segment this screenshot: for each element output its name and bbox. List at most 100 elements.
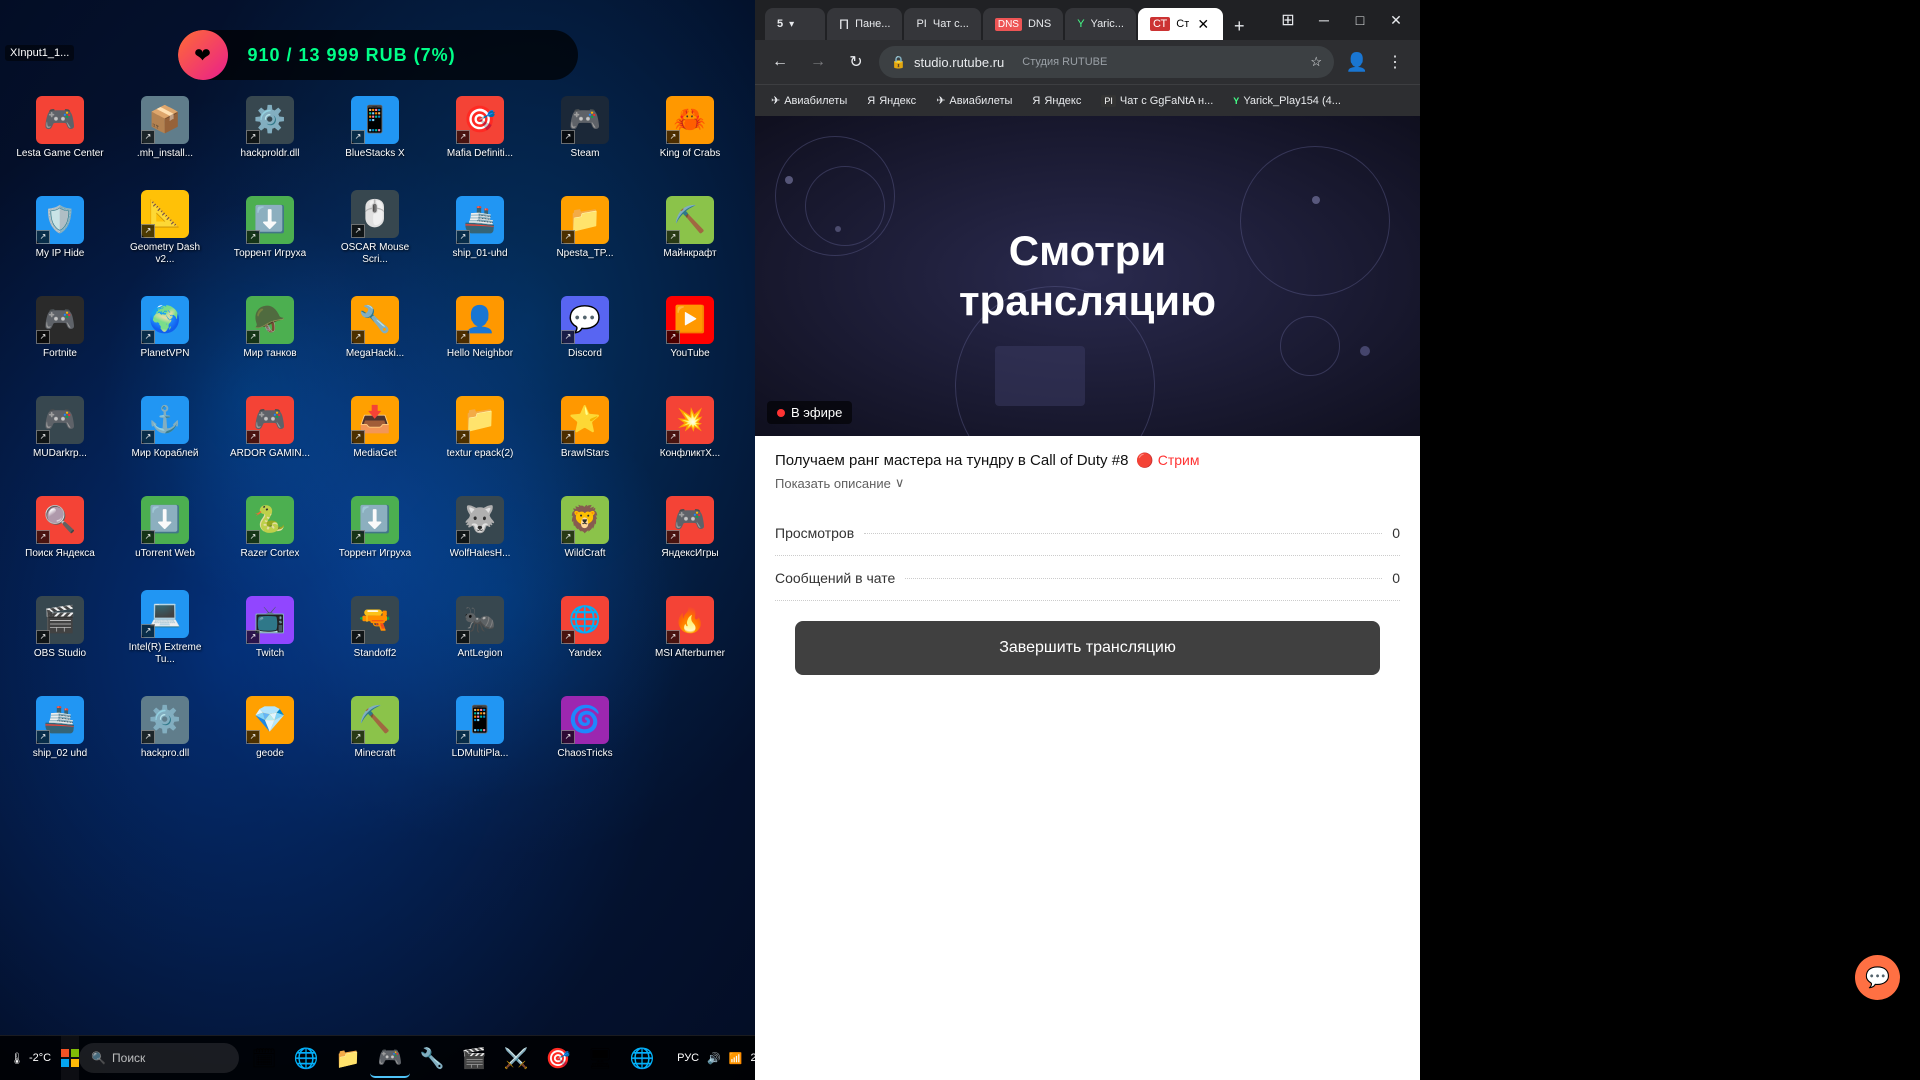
address-bar[interactable]: 🔒 studio.rutube.ru Студия RUTUBE ☆ [879, 46, 1334, 78]
desktop-icon-razer[interactable]: 🐍↗Razer Cortex [220, 480, 320, 575]
desktop-icon-yandex_igry[interactable]: 🎮↗ЯндексИгры [640, 480, 740, 575]
taskbar-app-folder[interactable]: 📁 [328, 1038, 368, 1078]
taskbar-app-sword[interactable]: ⚔️ [496, 1038, 536, 1078]
desktop-icon-intel_extreme[interactable]: 💻↗Intel(R) Extreme Tu... [115, 580, 215, 675]
maximize-button[interactable]: □ [1346, 6, 1374, 34]
icon-label-antlegion: AntLegion [457, 648, 502, 660]
desktop-icon-textur_pack[interactable]: 📁↗textur epack(2) [430, 380, 530, 475]
icon-img-minecraft: ⛏️↗ [351, 696, 399, 744]
chat-messages-label: Сообщений в чате [775, 570, 895, 586]
desktop-icon-mafia[interactable]: 🎯↗Mafia Definiti... [430, 80, 530, 175]
start-button[interactable] [61, 1036, 79, 1080]
desktop-icon-npesta[interactable]: 📁↗Npesta_TP... [535, 180, 635, 275]
bookmark-yarick[interactable]: Y Yarick_Play154 (4... [1225, 91, 1349, 111]
taskbar-app-tool[interactable]: 🔧 [412, 1038, 452, 1078]
taskbar-app-game[interactable]: 🎮 [370, 1038, 410, 1078]
extensions-button[interactable]: ⊞ [1274, 6, 1302, 34]
icon-label-torrent2: Торрент Игрyxa [339, 548, 411, 560]
taskbar-search[interactable]: 🔍 Поиск [79, 1043, 239, 1073]
desktop-icon-oscar_mouse[interactable]: 🖱️↗OSCAR Mouse Scri... [325, 180, 425, 275]
forward-button[interactable]: → [803, 47, 833, 77]
desktop-icon-mir_korabley[interactable]: ⚓↗Мир Кораблей [115, 380, 215, 475]
desktop-icon-ship_02_uhd[interactable]: 🚢↗ship_02 uhd [10, 680, 110, 775]
bookmark-aviabilety-1[interactable]: ✈ Авиабилеты [763, 90, 855, 111]
desktop-icon-antlegion[interactable]: 🐜↗AntLegion [430, 580, 530, 675]
desktop-icon-ardor[interactable]: 🎮↗ARDOR GAMIN... [220, 380, 320, 475]
tab-favicon-chat: PI [916, 18, 926, 30]
desktop-icon-hackpro_dll[interactable]: ⚙️↗hackpro.dll [115, 680, 215, 775]
desktop-icon-megahack[interactable]: 🔧↗MegaHacki... [325, 280, 425, 375]
desktop-icon-mir_tankov[interactable]: 🪖↗Мир танков [220, 280, 320, 375]
profile-button[interactable]: 👤 [1342, 47, 1372, 77]
desktop-icon-minecraft[interactable]: ⛏️↗Minecraft [325, 680, 425, 775]
close-button[interactable]: ✕ [1382, 6, 1410, 34]
desktop-icon-lesta[interactable]: 🎮Lesta Game Center [10, 80, 110, 175]
new-tab-button[interactable]: + [1225, 12, 1253, 40]
desktop-icon-twitch[interactable]: 📺↗Twitch [220, 580, 320, 675]
desktop-icon-geode[interactable]: 💎↗geode [220, 680, 320, 775]
desktop-icon-konflikt[interactable]: 💥↗КонфликтX... [640, 380, 740, 475]
taskbar-app-crosshair[interactable]: 🎯 [538, 1038, 578, 1078]
taskbar-app-screen[interactable]: 🖥 [580, 1038, 620, 1078]
taskbar-app-obs[interactable]: 🎬 [454, 1038, 494, 1078]
desktop-icon-obs[interactable]: 🎬↗OBS Studio [10, 580, 110, 675]
bookmark-aviabilety-2[interactable]: ✈ Авиабилеты [928, 90, 1020, 111]
desktop-icon-chaostricks[interactable]: 🌀↗ChaosTricks [535, 680, 635, 775]
desktop-icon-torrent2[interactable]: ⬇️↗ Торрент Игрyxa [325, 480, 425, 575]
more-button[interactable]: ⋮ [1380, 47, 1410, 77]
icon-img-torrent2: ⬇️↗ [351, 496, 399, 544]
browser-tab-1[interactable]: 5 ▾ [765, 8, 825, 40]
shortcut-arrow-hello_neighbor: ↗ [456, 330, 470, 344]
browser-tab-pane[interactable]: П Пане... [827, 8, 902, 40]
desktop-icon-youtube[interactable]: ▶️↗YouTube [640, 280, 740, 375]
icon-label-discord: Discord [568, 348, 602, 360]
desktop-icon-epic[interactable]: 🎮↗Fortnite [10, 280, 110, 375]
taskbar-app-net[interactable]: 🌐 [622, 1038, 662, 1078]
chat-float-button[interactable]: 💬 [1855, 955, 1900, 1000]
minimize-button[interactable]: ─ [1310, 6, 1338, 34]
desktop-icon-discord[interactable]: 💬↗Discord [535, 280, 635, 375]
desktop-icon-wolfhaleesh[interactable]: 🐺↗WolfHalesH... [430, 480, 530, 575]
browser-tab-rutube[interactable]: СТ Ст ✕ [1138, 8, 1223, 40]
browser-tab-dns[interactable]: DNS DNS [983, 8, 1063, 40]
desktop-icon-planetvpn[interactable]: 🌍↗PlanetVPN [115, 280, 215, 375]
desktop-icon-msi[interactable]: 🔥↗MSI Afterburner [640, 580, 740, 675]
reload-button[interactable]: ↻ [841, 47, 871, 77]
desktop-icon-wildcraft[interactable]: 🦁↗WildCraft [535, 480, 635, 575]
icon-label-geometry_dash: Geometry Dash v2... [120, 242, 210, 266]
desktop-icon-poisk[interactable]: 🔍↗Поиск Яндекса [10, 480, 110, 575]
desktop-icon-bluestacks[interactable]: 📱↗BlueStacks X [325, 80, 425, 175]
desktop-icon-brawlstars[interactable]: ⭐↗BrawlStars [535, 380, 635, 475]
desktop-icon-steam[interactable]: 🎮↗Steam [535, 80, 635, 175]
desktop-icon-king_of_crabs[interactable]: 🦀↗King of Crabs [640, 80, 740, 175]
taskbar-app-browser[interactable]: 🌐 [286, 1038, 326, 1078]
desktop-icon-standoff2[interactable]: 🔫↗Standoff2 [325, 580, 425, 675]
desktop-icon-ldmulti[interactable]: 📱↗LDMultiPla... [430, 680, 530, 775]
end-stream-button[interactable]: Завершить трансляцию [795, 621, 1380, 675]
tab-close-rutube[interactable]: ✕ [1195, 16, 1211, 32]
desktop-icon-mudarkrp[interactable]: 🎮↗MUDarkrp... [10, 380, 110, 475]
browser-tab-yarick[interactable]: Y Yaric... [1065, 8, 1136, 40]
bookmark-star[interactable]: ☆ [1310, 54, 1322, 70]
bookmark-yandex-1[interactable]: Я Яндекс [859, 91, 924, 111]
desktop-icon-geometry_dash[interactable]: 📐↗Geometry Dash v2... [115, 180, 215, 275]
desktop-icon-yandex[interactable]: 🌐↗Yandex [535, 580, 635, 675]
desktop-icon-minecraft_icon[interactable]: ⛏️↗Майнкрафт [640, 180, 740, 275]
bookmark-yandex-2[interactable]: Я Яндекс [1024, 91, 1089, 111]
taskbar-app-widgets[interactable]: 🗓 [244, 1038, 284, 1078]
browser-tab-chat[interactable]: PI Чат с... [904, 8, 980, 40]
desktop-icon-utorrent[interactable]: ⬇️↗uTorrent Web [115, 480, 215, 575]
show-description-btn[interactable]: Показать описание ∨ [775, 475, 1400, 491]
tab-dropdown-1[interactable]: ▾ [789, 19, 794, 30]
shortcut-arrow-intel_extreme: ↗ [141, 624, 155, 638]
desktop-icon-hackproldll[interactable]: ⚙️↗hackproldr.dll [220, 80, 320, 175]
desktop-icon-ship_01_uhd[interactable]: 🚢↗ship_01-uhd [430, 180, 530, 275]
bookmark-icon-yarick: Y [1233, 96, 1239, 106]
desktop-icon-mh_install[interactable]: 📦↗.mh_install... [115, 80, 215, 175]
desktop-icon-my_ip_hide[interactable]: 🛡️↗My IP Hide [10, 180, 110, 275]
bookmark-pi-chat[interactable]: PI Чат с GgFaNtA н... [1093, 91, 1221, 111]
desktop-icon-hello_neighbor[interactable]: 👤↗Hello Neighbor [430, 280, 530, 375]
desktop-icon-torrent1[interactable]: ⬇️↗Торрент Игрyxa [220, 180, 320, 275]
back-button[interactable]: ← [765, 47, 795, 77]
desktop-icon-mediaget[interactable]: 📥↗MediaGet [325, 380, 425, 475]
